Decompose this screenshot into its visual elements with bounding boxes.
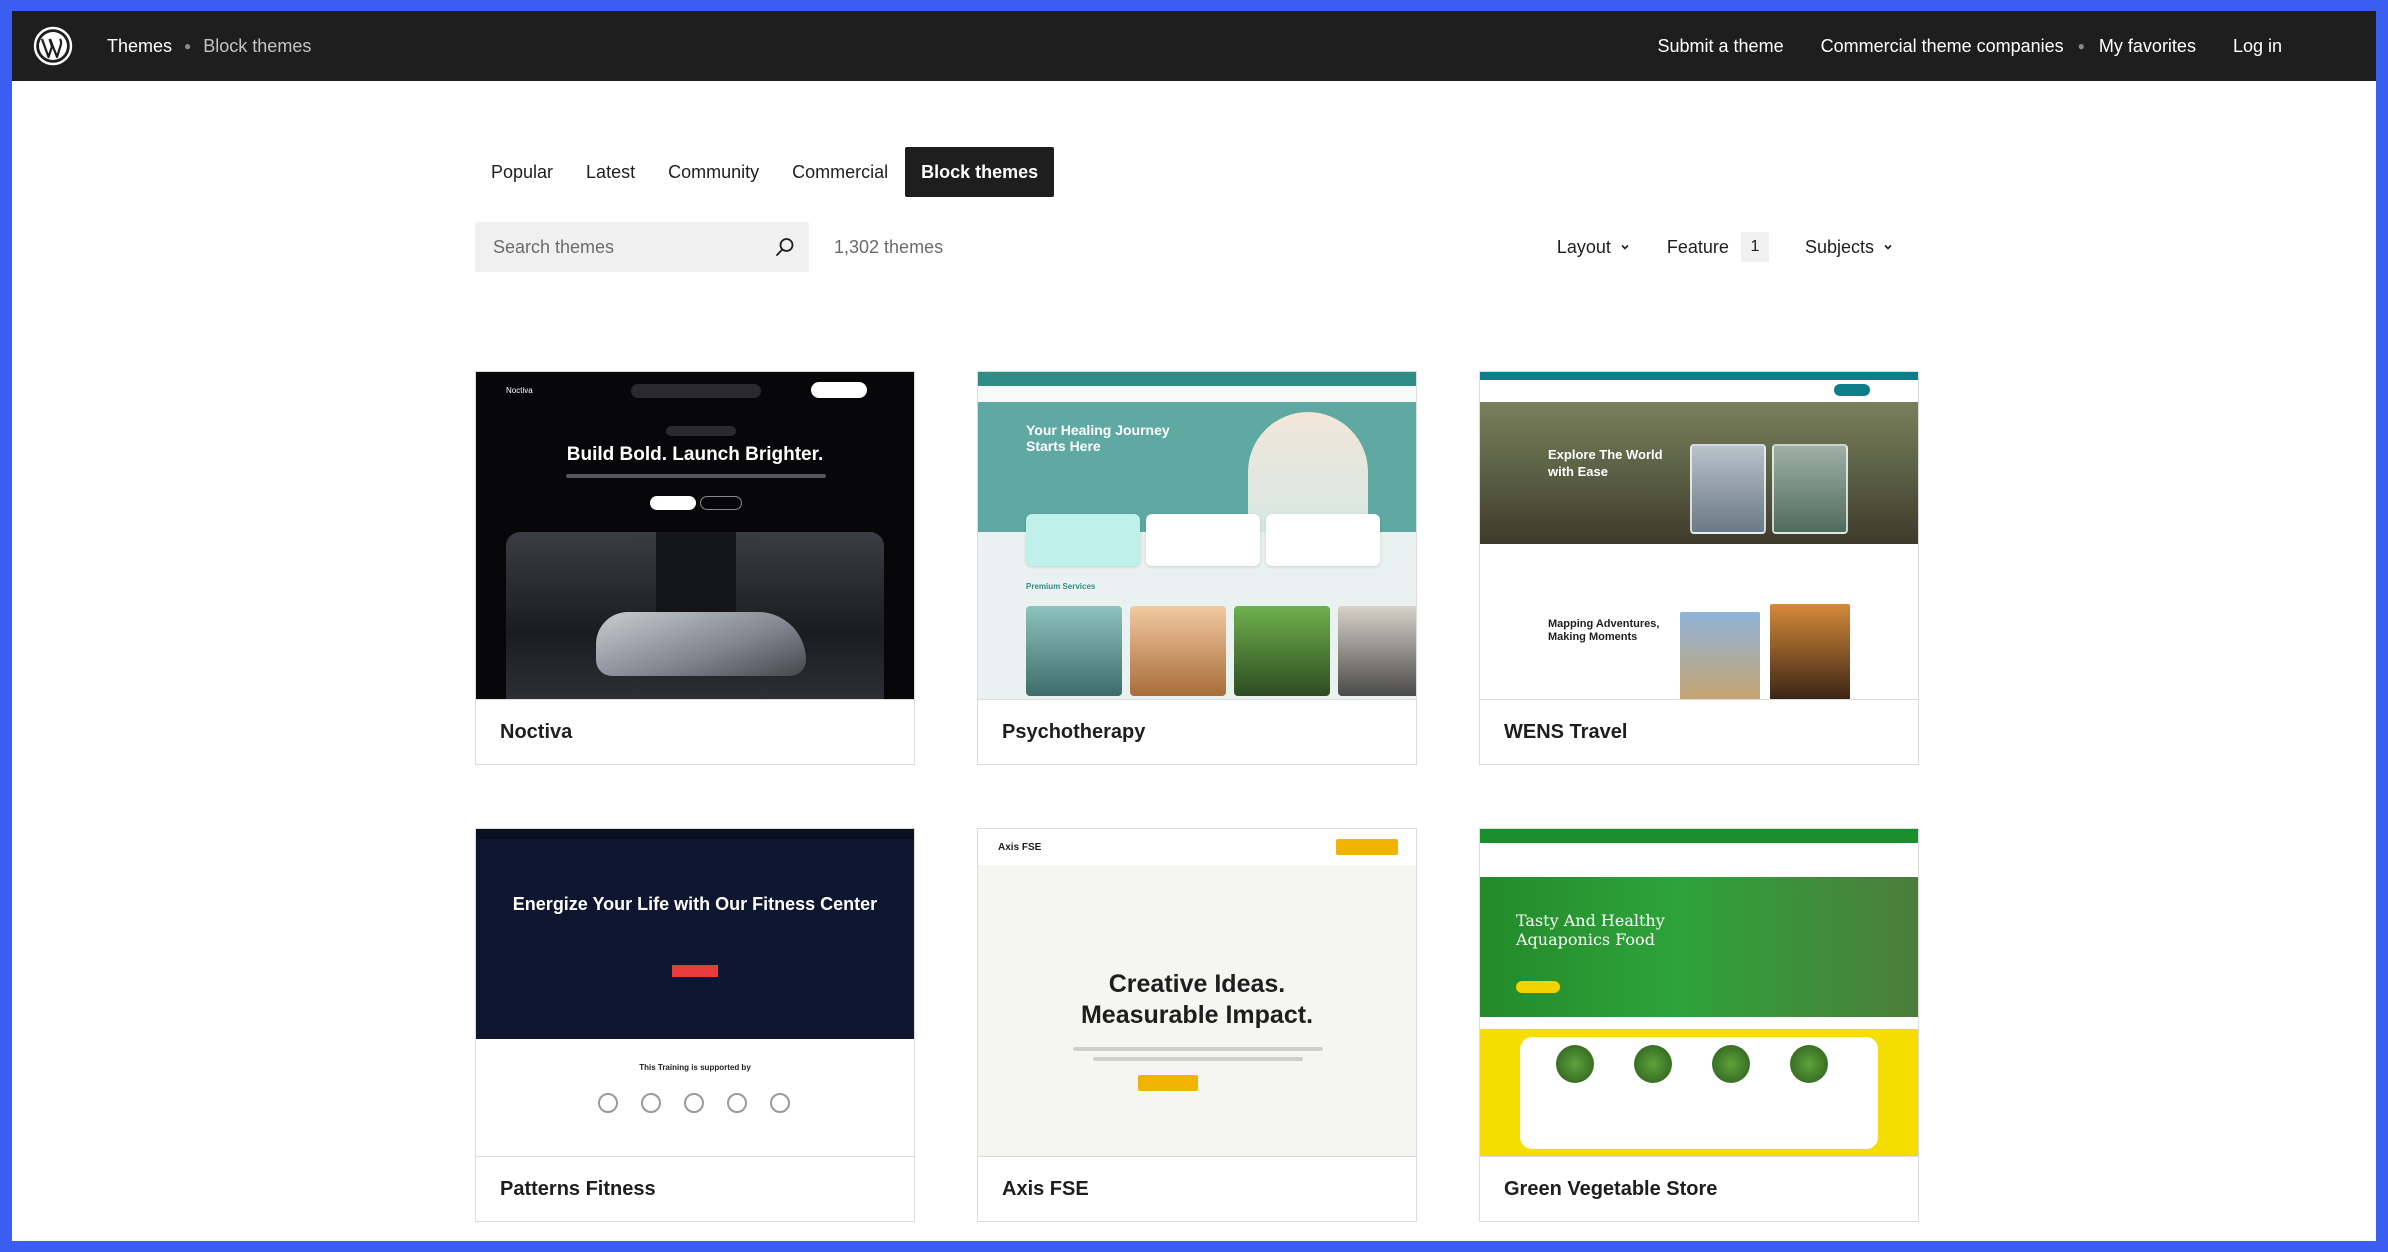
feature-count-badge: 1 [1740, 232, 1769, 262]
wordpress-logo-icon[interactable] [33, 26, 73, 66]
subjects-filter[interactable]: Subjects [1805, 237, 1894, 258]
submit-theme-link[interactable]: Submit a theme [1658, 36, 1784, 57]
breadcrumb-themes[interactable]: Themes [107, 36, 172, 57]
top-bar: Themes ● Block themes Submit a theme Com… [12, 11, 2376, 81]
theme-card-green-vegetable-store[interactable]: Tasty And Healthy Aquaponics Food Green … [1479, 828, 1919, 1222]
theme-preview[interactable]: Axis FSE Creative Ideas. Measurable Impa… [978, 829, 1416, 1157]
theme-card-axis-fse[interactable]: Axis FSE Creative Ideas. Measurable Impa… [977, 828, 1417, 1222]
search-box [475, 222, 809, 272]
tab-community[interactable]: Community [652, 147, 775, 197]
breadcrumb-current: Block themes [203, 35, 312, 56]
commercial-theme-companies-link[interactable]: Commercial theme companies [1821, 36, 2064, 57]
theme-name[interactable]: Axis FSE [1002, 1157, 1089, 1221]
log-in-link[interactable]: Log in [2233, 36, 2282, 57]
preview-headline: Build Bold. Launch Brighter. [566, 444, 824, 465]
my-favorites-link[interactable]: My favorites [2099, 36, 2196, 57]
theme-card-patterns-fitness[interactable]: Energize Your Life with Our Fitness Cent… [475, 828, 915, 1222]
theme-preview[interactable]: Noctiva Build Bold. Launch Brighter. [476, 372, 914, 700]
theme-card-wens-travel[interactable]: Explore The World with Ease Mapping Adve… [1479, 371, 1919, 765]
result-count: 1,302 themes [834, 236, 944, 257]
theme-name[interactable]: Green Vegetable Store [1504, 1157, 1717, 1221]
layout-filter-label: Layout [1556, 236, 1611, 257]
breadcrumb: Themes ● Block themes [107, 11, 311, 81]
theme-tabs: Popular Latest Community Commercial Bloc… [475, 147, 1055, 197]
theme-preview[interactable]: Energize Your Life with Our Fitness Cent… [476, 829, 914, 1157]
search-input[interactable] [475, 222, 745, 272]
theme-preview[interactable]: Explore The World with Ease Mapping Adve… [1480, 372, 1918, 700]
preview-section: Premium Services [1026, 582, 1096, 591]
filter-bar: Layout Feature 1 Subjects [1521, 222, 1894, 272]
theme-name[interactable]: Psychotherapy [1002, 700, 1145, 764]
preview-hero-image [506, 532, 884, 699]
browser-viewport: Themes ● Block themes Submit a theme Com… [12, 11, 2376, 1241]
tab-popular[interactable]: Popular [475, 147, 569, 197]
theme-card-noctiva[interactable]: Noctiva Build Bold. Launch Brighter. Noc… [475, 371, 915, 765]
chevron-down-icon [1621, 244, 1629, 250]
theme-name[interactable]: WENS Travel [1504, 700, 1627, 764]
preview-subheadline: Mapping Adventures, Making Moments [1548, 618, 1660, 643]
theme-name[interactable]: Noctiva [500, 700, 572, 764]
preview-headline: Creative Ideas. Measurable Impact. [1080, 970, 1314, 1029]
feature-filter-label: Feature [1666, 236, 1729, 257]
search-icon[interactable] [773, 235, 797, 259]
preview-cta [1138, 1075, 1198, 1091]
breadcrumb-separator-icon: ● [184, 39, 192, 53]
preview-brand: Noctiva [506, 386, 533, 395]
tab-block-themes[interactable]: Block themes [905, 147, 1055, 197]
subjects-filter-label: Subjects [1804, 236, 1874, 257]
nav-separator-icon: ● [2077, 39, 2085, 53]
preview-brand: Axis FSE [998, 842, 1042, 853]
preview-support-text: This Training is supported by [639, 1063, 751, 1072]
theme-preview[interactable]: Your Healing Journey Starts Here Premium… [978, 372, 1416, 700]
preview-headline: Explore The World with Ease [1548, 447, 1663, 479]
top-nav: Submit a theme Commercial theme companie… [1658, 11, 2282, 81]
preview-headline: Energize Your Life with Our Fitness Cent… [512, 894, 878, 914]
theme-preview[interactable]: Tasty And Healthy Aquaponics Food [1480, 829, 1918, 1157]
preview-headline: Your Healing Journey Starts Here [1026, 422, 1170, 454]
layout-filter[interactable]: Layout [1557, 237, 1631, 258]
tab-latest[interactable]: Latest [570, 147, 651, 197]
tab-commercial[interactable]: Commercial [776, 147, 904, 197]
preview-headline: Tasty And Healthy Aquaponics Food [1516, 911, 1665, 949]
theme-card-psychotherapy[interactable]: Your Healing Journey Starts Here Premium… [977, 371, 1417, 765]
theme-name[interactable]: Patterns Fitness [500, 1157, 656, 1221]
chevron-down-icon [1884, 244, 1892, 250]
feature-filter[interactable]: Feature 1 [1667, 232, 1769, 262]
